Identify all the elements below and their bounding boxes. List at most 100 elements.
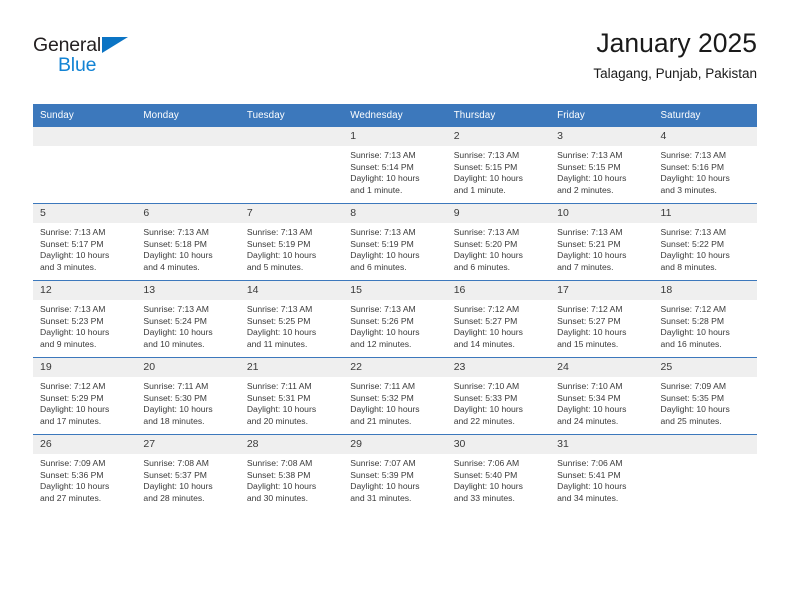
calendar-day-cell[interactable]: 17 Sunrise: 7:12 AM Sunset: 5:27 PM Dayligh…	[550, 280, 654, 358]
day-details: Sunrise: 7:13 AM Sunset: 5:23 PM Daylight:…	[33, 300, 136, 350]
sunset-text: Sunset: 5:36 PM	[40, 469, 104, 480]
day-number: 5	[33, 204, 137, 223]
daylight-text-line1: Daylight: 10 hours	[246, 327, 317, 338]
calendar-day-cell[interactable]: 15 Sunrise: 7:13 AM Sunset: 5:26 PM Dayligh…	[343, 280, 447, 358]
sunset-text: Sunset: 5:15 PM	[557, 161, 621, 172]
sunset-text: Sunset: 5:16 PM	[660, 161, 725, 172]
day-number	[136, 127, 240, 146]
weekday-header-sunday: Sunday	[33, 104, 137, 127]
day-details: Sunrise: 7:13 AM Sunset: 5:18 PM Daylight:…	[136, 223, 239, 273]
calendar-page: General Blue January 2025 Talagang, Punj…	[0, 0, 792, 612]
daylight-text-line2: and 10 minutes.	[143, 338, 205, 349]
daylight-text-line2: and 33 minutes.	[453, 492, 515, 503]
daylight-text-line2: and 15 minutes.	[557, 338, 619, 349]
day-details: Sunrise: 7:12 AM Sunset: 5:29 PM Daylight:…	[33, 377, 136, 427]
day-number: 30	[446, 435, 551, 454]
sunrise-text: Sunrise: 7:13 AM	[557, 227, 623, 237]
logo-text-general: General	[33, 34, 101, 56]
sunset-text: Sunset: 5:33 PM	[453, 392, 518, 403]
calendar-day-cell[interactable]	[653, 434, 757, 511]
sunrise-text: Sunrise: 7:06 AM	[453, 458, 520, 468]
calendar-day-cell[interactable]: 16 Sunrise: 7:12 AM Sunset: 5:27 PM Dayligh…	[446, 280, 551, 358]
daylight-text-line2: and 4 minutes.	[143, 261, 200, 272]
calendar-day-cell[interactable]: 26 Sunrise: 7:09 AM Sunset: 5:36 PM Dayligh…	[33, 434, 137, 511]
daylight-text-line2: and 21 minutes.	[350, 415, 412, 426]
weekday-header-tuesday: Tuesday	[239, 104, 344, 127]
calendar-day-cell[interactable]: 22 Sunrise: 7:11 AM Sunset: 5:32 PM Dayligh…	[343, 357, 447, 435]
calendar-day-cell[interactable]: 24 Sunrise: 7:10 AM Sunset: 5:34 PM Dayligh…	[550, 357, 654, 435]
daylight-text-line1: Daylight: 10 hours	[453, 250, 523, 261]
triangle-icon	[102, 37, 128, 53]
calendar-day-cell[interactable]: 10 Sunrise: 7:13 AM Sunset: 5:21 PM Dayligh…	[550, 203, 654, 281]
day-number: 20	[136, 358, 240, 377]
calendar-day-cell[interactable]: 20 Sunrise: 7:11 AM Sunset: 5:30 PM Dayligh…	[136, 357, 240, 435]
day-number: 4	[653, 127, 757, 146]
calendar-day-cell[interactable]	[136, 127, 240, 204]
day-details: Sunrise: 7:09 AM Sunset: 5:35 PM Daylight:…	[654, 377, 757, 427]
calendar-day-cell[interactable]: 13 Sunrise: 7:13 AM Sunset: 5:24 PM Dayligh…	[136, 280, 240, 358]
calendar-day-cell[interactable]: 21 Sunrise: 7:11 AM Sunset: 5:31 PM Dayligh…	[239, 357, 344, 435]
calendar-day-cell[interactable]: 6 Sunrise: 7:13 AM Sunset: 5:18 PM Daylight…	[136, 203, 240, 281]
sunrise-text: Sunrise: 7:12 AM	[453, 304, 520, 314]
daylight-text-line1: Daylight: 10 hours	[557, 173, 627, 184]
sunset-text: Sunset: 5:23 PM	[40, 315, 104, 326]
day-number: 31	[550, 435, 654, 454]
calendar-day-cell[interactable]: 30 Sunrise: 7:06 AM Sunset: 5:40 PM Dayligh…	[446, 434, 551, 511]
daylight-text-line1: Daylight: 10 hours	[660, 250, 730, 261]
calendar-day-cell[interactable]: 28 Sunrise: 7:08 AM Sunset: 5:38 PM Dayligh…	[239, 434, 344, 511]
daylight-text-line2: and 30 minutes.	[246, 492, 308, 503]
calendar-day-cell[interactable]	[33, 127, 137, 204]
sunrise-text: Sunrise: 7:11 AM	[350, 381, 416, 391]
day-number: 28	[239, 435, 344, 454]
page-header: General Blue January 2025 Talagang, Punj…	[33, 26, 757, 98]
calendar-day-cell[interactable]: 14 Sunrise: 7:13 AM Sunset: 5:25 PM Dayligh…	[239, 280, 344, 358]
calendar-day-cell[interactable]: 11 Sunrise: 7:13 AM Sunset: 5:22 PM Dayligh…	[653, 203, 757, 281]
daylight-text-line2: and 7 minutes.	[557, 261, 614, 272]
day-number: 19	[33, 358, 137, 377]
calendar-day-cell[interactable]: 1 Sunrise: 7:13 AM Sunset: 5:14 PM Daylight…	[343, 127, 447, 204]
calendar-day-cell[interactable]: 12 Sunrise: 7:13 AM Sunset: 5:23 PM Dayligh…	[33, 280, 137, 358]
daylight-text-line2: and 28 minutes.	[143, 492, 205, 503]
daylight-text-line2: and 3 minutes.	[40, 261, 97, 272]
day-number: 23	[446, 358, 551, 377]
calendar-day-cell[interactable]: 19 Sunrise: 7:12 AM Sunset: 5:29 PM Dayligh…	[33, 357, 137, 435]
calendar-day-cell[interactable]: 29 Sunrise: 7:07 AM Sunset: 5:39 PM Dayligh…	[343, 434, 447, 511]
calendar-day-cell[interactable]: 5 Sunrise: 7:13 AM Sunset: 5:17 PM Daylight…	[33, 203, 137, 281]
calendar-day-cell[interactable]	[239, 127, 344, 204]
calendar-day-cell[interactable]: 18 Sunrise: 7:12 AM Sunset: 5:28 PM Dayligh…	[653, 280, 757, 358]
day-number: 11	[653, 204, 757, 223]
sunrise-text: Sunrise: 7:09 AM	[660, 381, 726, 391]
calendar-day-cell[interactable]: 25 Sunrise: 7:09 AM Sunset: 5:35 PM Dayligh…	[653, 357, 757, 435]
calendar-day-cell[interactable]: 7 Sunrise: 7:13 AM Sunset: 5:19 PM Daylight…	[239, 203, 344, 281]
daylight-text-line2: and 18 minutes.	[143, 415, 205, 426]
daylight-text-line1: Daylight: 10 hours	[453, 173, 523, 184]
day-number: 24	[550, 358, 654, 377]
calendar-day-cell[interactable]: 27 Sunrise: 7:08 AM Sunset: 5:37 PM Dayligh…	[136, 434, 240, 511]
general-blue-logo[interactable]: General Blue	[33, 34, 153, 84]
day-details: Sunrise: 7:13 AM Sunset: 5:24 PM Daylight:…	[136, 300, 239, 350]
daylight-text-line1: Daylight: 10 hours	[143, 481, 213, 492]
daylight-text-line2: and 3 minutes.	[660, 184, 717, 195]
daylight-text-line1: Daylight: 10 hours	[246, 481, 317, 492]
calendar-day-cell[interactable]: 3 Sunrise: 7:13 AM Sunset: 5:15 PM Daylight…	[550, 127, 654, 204]
daylight-text-line2: and 25 minutes.	[660, 415, 722, 426]
sunrise-text: Sunrise: 7:13 AM	[660, 150, 726, 160]
calendar-day-cell[interactable]: 8 Sunrise: 7:13 AM Sunset: 5:19 PM Daylight…	[343, 203, 447, 281]
daylight-text-line2: and 2 minutes.	[557, 184, 614, 195]
calendar-day-cell[interactable]: 4 Sunrise: 7:13 AM Sunset: 5:16 PM Daylight…	[653, 127, 757, 204]
sunset-text: Sunset: 5:14 PM	[350, 161, 414, 172]
day-number: 8	[343, 204, 447, 223]
sunrise-text: Sunrise: 7:09 AM	[40, 458, 106, 468]
calendar-day-cell[interactable]: 9 Sunrise: 7:13 AM Sunset: 5:20 PM Daylight…	[446, 203, 551, 281]
daylight-text-line1: Daylight: 10 hours	[557, 481, 627, 492]
sunset-text: Sunset: 5:27 PM	[453, 315, 518, 326]
day-details: Sunrise: 7:09 AM Sunset: 5:36 PM Daylight:…	[33, 454, 136, 504]
sunrise-text: Sunrise: 7:13 AM	[350, 227, 416, 237]
daylight-text-line2: and 1 minute.	[453, 184, 506, 195]
calendar-body: 1 Sunrise: 7:13 AM Sunset: 5:14 PM Daylight…	[33, 127, 757, 511]
calendar-day-cell[interactable]: 23 Sunrise: 7:10 AM Sunset: 5:33 PM Dayligh…	[446, 357, 551, 435]
calendar-day-cell[interactable]: 2 Sunrise: 7:13 AM Sunset: 5:15 PM Daylight…	[446, 127, 551, 204]
sunrise-text: Sunrise: 7:10 AM	[453, 381, 520, 391]
sunset-text: Sunset: 5:35 PM	[660, 392, 725, 403]
calendar-day-cell[interactable]: 31 Sunrise: 7:06 AM Sunset: 5:41 PM Dayligh…	[550, 434, 654, 511]
